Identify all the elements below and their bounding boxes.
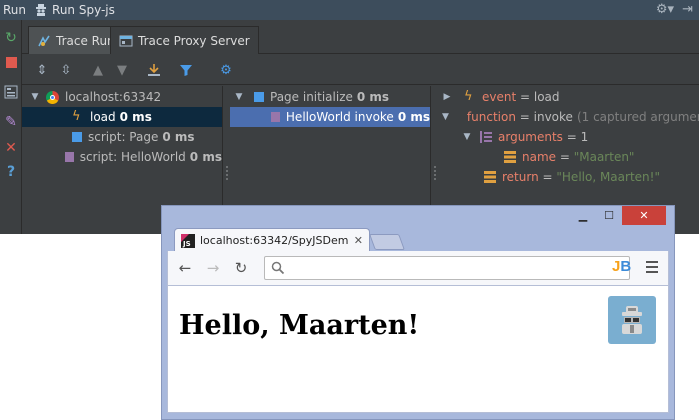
address-bar[interactable] (264, 256, 630, 280)
webstorm-favicon-icon: JS (181, 233, 195, 248)
spy-extension-icon[interactable] (608, 296, 656, 344)
expand-arrow-icon[interactable]: ▼ (234, 92, 244, 102)
stop-icon[interactable] (3, 54, 19, 70)
run-title: Run (3, 3, 27, 17)
collapsed-arrow-icon[interactable]: ▶ (442, 92, 452, 102)
layout-icon[interactable] (3, 84, 19, 100)
chrome-icon (46, 90, 59, 104)
detail-row-function[interactable]: ▼ function = invoke (1 captured argument… (438, 107, 699, 127)
browser-tab-title: localhost:63342/SpyJSDem (200, 234, 349, 247)
trace-run-icon (37, 34, 51, 48)
detail-row-event[interactable]: ▶ ϟ event = load (438, 87, 699, 107)
event-bolt-icon: ϟ (72, 109, 81, 124)
window-controls: ▁ ☐ ✕ (570, 206, 666, 226)
maximize-icon[interactable]: ☐ (596, 206, 622, 225)
forward-icon[interactable]: → (204, 259, 222, 277)
svg-text:JS: JS (182, 240, 191, 248)
collapse-all-icon[interactable]: ⇳ (58, 62, 74, 78)
search-icon (271, 261, 285, 275)
chrome-browser-window: ▁ ☐ ✕ JS localhost:63342/SpyJSDem ✕ ← → … (161, 205, 675, 420)
hide-panel-icon[interactable]: ⇥ (682, 2, 693, 17)
tab-close-icon[interactable]: ✕ (354, 234, 363, 247)
reload-icon[interactable]: ↻ (232, 259, 250, 277)
browser-toolbar: ← → ↻ JB (167, 251, 669, 285)
tree-row-script-page[interactable]: script: Page 0 ms (22, 127, 222, 147)
page-heading: Hello, Maarten! (179, 310, 420, 341)
expand-arrow-icon[interactable]: ▼ (30, 92, 40, 102)
detail-row-name[interactable]: name = "Maarten" (438, 147, 699, 167)
export-icon[interactable] (146, 62, 162, 78)
arguments-list-icon (480, 131, 492, 143)
ide-run-window: Run Run Spy-js ⚙▾ ⇥ ↻ ✎ ✕ ? Trace Run Tr… (0, 0, 699, 234)
settings-gear-icon[interactable]: ⚙▾ (656, 2, 674, 17)
function-purple-square-icon (270, 112, 280, 122)
page-content: Hello, Maarten! (167, 285, 669, 413)
script-blue-square-icon (72, 132, 82, 142)
run-title-bar: Run Run Spy-js ⚙▾ ⇥ (0, 0, 699, 20)
variable-icon (504, 151, 516, 163)
help-icon[interactable]: ? (3, 164, 19, 180)
trace-action-toolbar: ⇕ ⇳ ▲ ▼ ⚙ (22, 55, 699, 85)
new-tab-button[interactable] (369, 234, 405, 250)
minimize-icon[interactable]: ▁ (570, 206, 596, 225)
next-icon[interactable]: ▼ (114, 62, 130, 78)
run-left-toolbar: ↻ ✎ ✕ ? (0, 20, 22, 234)
address-input[interactable] (289, 259, 619, 277)
tab-trace-proxy-server[interactable]: Trace Proxy Server (110, 26, 259, 54)
return-value-icon (484, 171, 496, 183)
chrome-menu-icon[interactable] (646, 261, 658, 273)
tree-row-load[interactable]: ϟ load 0 ms (22, 107, 222, 127)
expand-arrow-icon[interactable]: ▼ (462, 132, 472, 142)
tree-row-script-helloworld[interactable]: script: HelloWorld 0 ms (22, 147, 222, 167)
run-config-name: Run Spy-js (52, 3, 115, 17)
tree-row-localhost[interactable]: ▼ localhost:63342 (22, 87, 222, 107)
browser-tab[interactable]: JS localhost:63342/SpyJSDem ✕ (174, 228, 370, 252)
settings-icon[interactable]: ⚙ (218, 62, 234, 78)
spy-agent-icon (34, 3, 48, 17)
function-blue-square-icon (254, 92, 264, 102)
back-icon[interactable]: ← (176, 259, 194, 277)
previous-icon[interactable]: ▲ (90, 62, 106, 78)
event-bolt-icon: ϟ (464, 89, 473, 104)
close-icon[interactable]: ✕ (3, 140, 19, 156)
window-close-icon[interactable]: ✕ (622, 206, 666, 225)
detail-row-arguments[interactable]: ▼ arguments = 1 (438, 127, 699, 147)
stack-row-page-initialize[interactable]: ▼ Page initialize 0 ms (230, 87, 430, 107)
rerun-icon[interactable]: ↻ (3, 30, 19, 46)
stack-row-helloworld-invoke[interactable]: HelloWorld invoke 0 ms (230, 107, 430, 127)
expand-all-icon[interactable]: ⇕ (34, 62, 50, 78)
filter-icon[interactable] (178, 62, 194, 78)
detail-row-return[interactable]: return = "Hello, Maarten!" (438, 167, 699, 187)
expand-arrow-icon[interactable]: ▼ (442, 112, 449, 122)
pin-icon[interactable]: ✎ (3, 114, 19, 130)
proxy-server-icon (119, 34, 133, 48)
run-tabs: Trace Run Trace Proxy Server (22, 20, 699, 54)
script-purple-square-icon (65, 152, 74, 162)
jetbrains-extension-icon[interactable]: JB (612, 258, 631, 275)
